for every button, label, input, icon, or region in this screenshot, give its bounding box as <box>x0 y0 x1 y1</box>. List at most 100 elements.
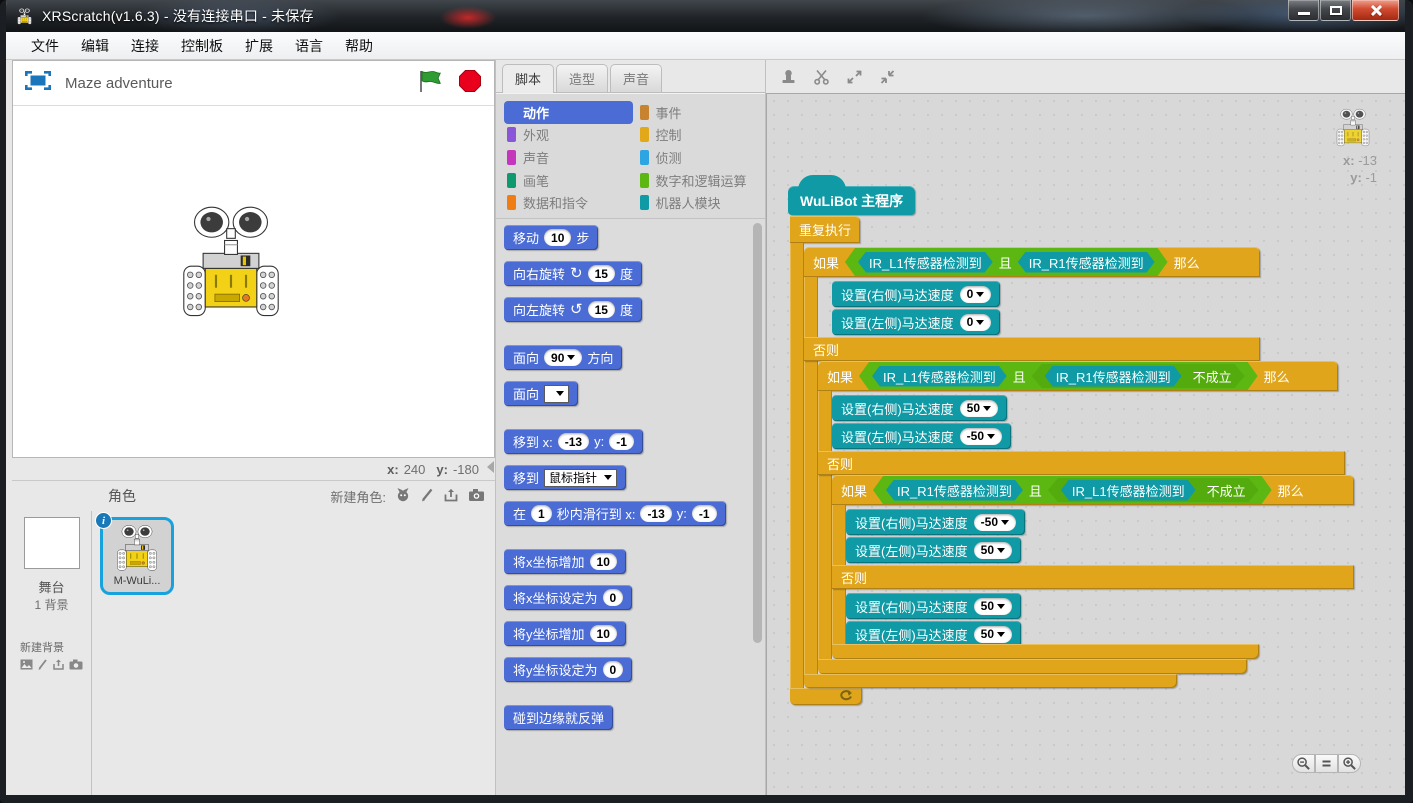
zoom-in-icon[interactable] <box>1338 754 1361 773</box>
set-right-motor-block[interactable]: 设置(右侧)马达速度 50 <box>832 395 1007 421</box>
palette-block-3[interactable]: 面向90方向 <box>504 345 622 370</box>
if-block-2-header[interactable]: 如果 IR_L1传感器检测到 且 IR_R1传感器检测到 不成立 那么 <box>818 361 1338 391</box>
palette-block-12[interactable]: 碰到边缘就反弹 <box>504 705 613 730</box>
set-left-motor-block[interactable]: 设置(左侧)马达速度 -50 <box>832 423 1011 449</box>
set-right-motor-block[interactable]: 设置(右侧)马达速度 50 <box>846 593 1021 619</box>
forever-block-header[interactable]: 重复执行 <box>790 216 860 243</box>
if-block-1-header[interactable]: 如果 IR_L1传感器检测到 且 IR_R1传感器检测到 那么 <box>804 247 1260 277</box>
palette-block-11[interactable]: 将y坐标设定为0 <box>504 657 632 682</box>
not-operator[interactable]: IR_R1传感器检测到 不成立 <box>1032 364 1245 388</box>
number-input[interactable]: 1 <box>531 505 552 522</box>
number-input[interactable]: 10 <box>590 553 617 570</box>
number-input[interactable]: 0 <box>603 661 624 678</box>
category-0[interactable]: 动作 <box>504 101 633 124</box>
not-operator[interactable]: IR_L1传感器检测到 不成立 <box>1048 478 1259 502</box>
number-input[interactable]: 15 <box>588 265 615 282</box>
info-icon[interactable]: i <box>95 512 112 529</box>
sprite-tile-selected[interactable]: i M-WuLi... <box>100 517 174 595</box>
category-9[interactable]: 机器人模块 <box>637 191 766 214</box>
stamp-icon[interactable] <box>780 69 797 85</box>
robot-sprite[interactable] <box>178 204 284 322</box>
green-flag-icon[interactable] <box>418 69 444 98</box>
category-2[interactable]: 声音 <box>504 146 633 169</box>
sensor-ir-r1[interactable]: IR_R1传感器检测到 <box>886 480 1023 501</box>
category-5[interactable]: 事件 <box>637 101 766 124</box>
palette-block-0[interactable]: 移动10步 <box>504 225 598 250</box>
menu-item-5[interactable]: 语言 <box>284 33 334 59</box>
tab-1[interactable]: 造型 <box>556 64 608 92</box>
set-right-motor-block[interactable]: 设置(右侧)马达速度 -50 <box>846 509 1025 535</box>
menu-item-2[interactable]: 连接 <box>120 33 170 59</box>
paintbrush-icon[interactable] <box>37 657 48 675</box>
palette-block-2[interactable]: 向左旋转↺15度 <box>504 297 642 322</box>
tab-2[interactable]: 声音 <box>610 64 662 92</box>
number-input[interactable]: 0 <box>603 589 624 606</box>
shrink-icon[interactable] <box>879 69 896 85</box>
else-bar-2[interactable]: 否则 <box>818 451 1345 475</box>
sensor-ir-l1[interactable]: IR_L1传感器检测到 <box>1061 480 1196 501</box>
stage-canvas[interactable] <box>13 106 494 457</box>
sensor-ir-l1[interactable]: IR_L1传感器检测到 <box>858 252 993 273</box>
number-input[interactable]: 10 <box>590 625 617 642</box>
palette-block-10[interactable]: 将y坐标增加10 <box>504 621 626 646</box>
menu-item-1[interactable]: 编辑 <box>70 33 120 59</box>
category-7[interactable]: 侦测 <box>637 146 766 169</box>
minimize-button[interactable] <box>1288 0 1319 21</box>
number-input[interactable]: 15 <box>588 301 615 318</box>
dropdown[interactable] <box>544 385 569 403</box>
palette-block-6[interactable]: 移到鼠标指针 <box>504 465 626 490</box>
number-input[interactable]: -1 <box>609 433 634 450</box>
and-operator[interactable]: IR_L1传感器检测到 且 IR_R1传感器检测到 不成立 <box>859 362 1258 390</box>
maximize-button[interactable] <box>1320 0 1351 21</box>
palette-scrollbar[interactable] <box>753 223 762 643</box>
close-button[interactable] <box>1352 0 1399 21</box>
else-bar-3[interactable]: 否则 <box>832 565 1354 589</box>
hat-block-main-program[interactable]: WuLiBot 主程序 <box>788 186 915 215</box>
fullscreen-icon[interactable] <box>25 71 51 95</box>
category-1[interactable]: 外观 <box>504 124 633 147</box>
tab-0[interactable]: 脚本 <box>502 64 554 93</box>
palette-block-1[interactable]: 向右旋转↻15度 <box>504 261 642 286</box>
palette-block-4[interactable]: 面向 <box>504 381 578 406</box>
if-block-3-header[interactable]: 如果 IR_R1传感器检测到 且 IR_L1传感器检测到 不成立 那么 <box>832 475 1354 505</box>
image-icon[interactable] <box>20 657 33 675</box>
else-bar-1[interactable]: 否则 <box>804 337 1260 361</box>
script-canvas[interactable]: x: -13 y: -1 WuLiBot 主程序 重复执行 如果 <box>766 93 1405 795</box>
upload-icon[interactable] <box>443 487 459 505</box>
and-operator[interactable]: IR_L1传感器检测到 且 IR_R1传感器检测到 <box>845 248 1168 276</box>
number-input[interactable]: -13 <box>558 433 589 450</box>
palette-block-9[interactable]: 将x坐标设定为0 <box>504 585 632 610</box>
sensor-ir-r1[interactable]: IR_R1传感器检测到 <box>1018 252 1155 273</box>
camera-icon[interactable] <box>69 657 83 675</box>
menu-item-4[interactable]: 扩展 <box>234 33 284 59</box>
sensor-ir-l1[interactable]: IR_L1传感器检测到 <box>872 366 1007 387</box>
grow-icon[interactable] <box>846 69 863 85</box>
set-right-motor-block[interactable]: 设置(右侧)马达速度 0 <box>832 281 1000 307</box>
category-4[interactable]: 数据和指令 <box>504 191 633 214</box>
camera-icon[interactable] <box>468 488 485 505</box>
palette-block-5[interactable]: 移到 x:-13y:-1 <box>504 429 643 454</box>
upload-icon[interactable] <box>52 657 65 675</box>
zoom-reset-icon[interactable] <box>1315 754 1338 773</box>
forever-block-footer[interactable] <box>790 688 862 705</box>
category-6[interactable]: 控制 <box>637 124 766 147</box>
menu-item-6[interactable]: 帮助 <box>334 33 384 59</box>
palette-block-7[interactable]: 在1秒内滑行到 x:-13y:-1 <box>504 501 726 526</box>
dropdown[interactable]: 鼠标指针 <box>544 469 617 487</box>
set-left-motor-block[interactable]: 设置(左侧)马达速度 50 <box>846 537 1021 563</box>
paintbrush-icon[interactable] <box>420 487 434 505</box>
zoom-out-icon[interactable] <box>1292 754 1315 773</box>
project-title[interactable]: Maze adventure <box>65 75 418 92</box>
and-operator[interactable]: IR_R1传感器检测到 且 IR_L1传感器检测到 不成立 <box>873 476 1272 504</box>
number-input[interactable]: 10 <box>544 229 571 246</box>
sensor-ir-r1[interactable]: IR_R1传感器检测到 <box>1045 366 1182 387</box>
scissors-icon[interactable] <box>813 69 830 85</box>
stage-thumbnail[interactable] <box>24 517 80 569</box>
menu-item-3[interactable]: 控制板 <box>170 33 234 59</box>
collapse-arrow-icon[interactable] <box>487 461 494 473</box>
set-left-motor-block[interactable]: 设置(左侧)马达速度 0 <box>832 309 1000 335</box>
stop-icon[interactable] <box>458 69 482 98</box>
number-input[interactable]: -13 <box>640 505 671 522</box>
number-dropdown[interactable]: 90 <box>544 349 582 366</box>
new-sprite-creature-icon[interactable] <box>395 487 411 505</box>
